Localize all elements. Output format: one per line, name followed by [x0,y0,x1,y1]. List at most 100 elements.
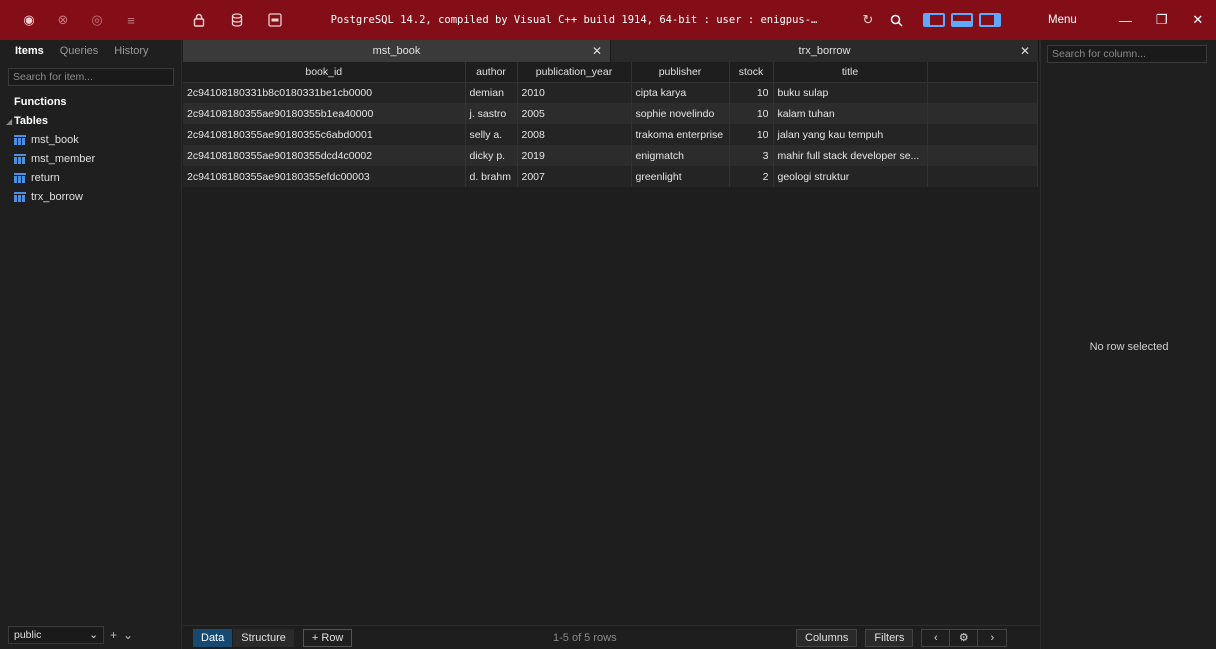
table-cell-empty [927,124,1038,145]
column-header[interactable]: publication_year [517,62,632,83]
table-cell[interactable]: 10 [729,124,774,145]
restore-icon[interactable]: ❐ [1143,12,1179,28]
chevron-down-icon: ⌄ [89,629,98,641]
table-cell[interactable]: cipta karya [631,82,730,103]
sidebar-item-label: trx_borrow [31,190,83,203]
table-cell[interactable]: 2c94108180355ae90180355efdc00003 [183,166,466,187]
table-row[interactable]: 2c94108180355ae90180355c6abd0001 selly a… [183,124,1038,145]
table-row[interactable]: 2c94108180355ae90180355dcd4c0002 dicky p… [183,145,1038,166]
table-cell[interactable]: 2008 [517,124,632,145]
add-icon[interactable]: + [110,628,117,642]
table-cell-empty [927,145,1038,166]
column-header[interactable]: book_id [183,62,466,83]
table-cell[interactable]: 3 [729,145,774,166]
sidebar-item-label: mst_member [31,152,96,165]
table-cell[interactable]: geologi struktur [773,166,928,187]
database-icon[interactable] [218,8,256,32]
table-cell[interactable]: d. brahm [465,166,518,187]
column-header[interactable]: title [773,62,928,83]
close-icon[interactable]: ✕ [1180,12,1216,28]
sidebar-item-label: mst_book [31,133,79,146]
close-icon[interactable]: ✕ [592,44,602,58]
tables-section[interactable]: ◢ Tables [0,112,181,130]
data-view-button[interactable]: Data [193,628,233,647]
table-cell[interactable]: 2c94108180331b8c0180331be1cb0000 [183,82,466,103]
close-icon[interactable]: ✕ [1020,44,1030,58]
table-row[interactable]: 2c94108180331b8c0180331be1cb0000 demian … [183,82,1038,103]
structure-view-button[interactable]: Structure [233,628,294,647]
tab-history[interactable]: History [111,43,151,59]
menu-button[interactable]: Menu [1048,14,1107,26]
power-icon[interactable]: ◉ [12,8,46,32]
collapse-caret-icon[interactable]: ◢ [6,117,14,126]
table-row[interactable]: 2c94108180355ae90180355efdc00003 d. brah… [183,166,1038,187]
lock-icon[interactable] [180,8,218,32]
item-search-input[interactable] [8,68,174,86]
pager: ‹ ⚙ › [921,628,1008,647]
empty-state-text: No row selected [1089,341,1169,353]
table-row[interactable]: 2c94108180355ae90180355b1ea40000 j. sast… [183,103,1038,124]
tab-trx-borrow[interactable]: trx_borrow ✕ [611,40,1039,62]
row-count: 1-5 of 5 rows [553,631,617,644]
column-header[interactable]: publisher [631,62,730,83]
table-cell[interactable]: kalam tuhan [773,103,928,124]
table-cell[interactable]: demian [465,82,518,103]
toggle-right-panel-icon[interactable] [979,13,1001,27]
table-cell[interactable]: trakoma enterprise [631,124,730,145]
sidebar-item-mst-book[interactable]: mst_book [0,130,181,149]
sidebar-item-trx-borrow[interactable]: trx_borrow [0,187,181,206]
sidebar-footer-controls: + ⌄ [110,628,133,642]
table-cell-empty [927,166,1038,187]
table-cell[interactable]: greenlight [631,166,730,187]
table-cell[interactable]: buku sulap [773,82,928,103]
schema-select[interactable]: public ⌄ [8,626,104,644]
table-cell[interactable]: 2007 [517,166,632,187]
table-icon [14,153,26,164]
table-cell[interactable]: 2 [729,166,774,187]
column-header[interactable]: stock [729,62,774,83]
chevron-down-icon[interactable]: ⌄ [123,628,133,642]
close-circle-icon[interactable]: ⊗ [46,8,80,32]
tab-mst-book[interactable]: mst_book ✕ [183,40,611,62]
left-sidebar: Items Queries History Functions ◢ Tables… [0,40,182,649]
column-search-input[interactable] [1047,45,1207,63]
table-cell[interactable]: 10 [729,82,774,103]
table-cell[interactable]: 2010 [517,82,632,103]
functions-section[interactable]: Functions [0,96,181,112]
chevron-right-icon[interactable]: › [978,630,1006,646]
table-cell[interactable]: enigmatch [631,145,730,166]
sidebar-tabs: Items Queries History [0,40,181,62]
search-icon[interactable] [882,8,910,32]
eye-icon[interactable]: ◎ [80,8,114,32]
toggle-left-panel-icon[interactable] [923,13,945,27]
table-cell[interactable]: 2c94108180355ae90180355b1ea40000 [183,103,466,124]
add-row-button[interactable]: + Row [302,628,353,647]
chevron-left-icon[interactable]: ‹ [922,629,951,646]
sql-icon[interactable] [256,8,294,32]
refresh-icon[interactable]: ↻ [854,8,882,32]
table-cell[interactable]: sophie novelindo [631,103,730,124]
toggle-bottom-panel-icon[interactable] [951,13,973,27]
tab-items[interactable]: Items [12,43,47,59]
table-cell[interactable]: jalan yang kau tempuh [773,124,928,145]
table-cell[interactable]: 2c94108180355ae90180355dcd4c0002 [183,145,466,166]
minimize-icon[interactable]: — [1107,13,1143,28]
table-cell[interactable]: 10 [729,103,774,124]
table-cell-empty [927,103,1038,124]
table-cell[interactable]: mahir full stack developer se... [773,145,928,166]
titlebar-right-group: ↻ [854,0,1004,40]
table-cell[interactable]: 2005 [517,103,632,124]
sidebar-item-return[interactable]: return [0,168,181,187]
table-cell[interactable]: 2c94108180355ae90180355c6abd0001 [183,124,466,145]
filters-button[interactable]: Filters [865,628,914,647]
gear-icon[interactable]: ⚙ [950,629,979,646]
column-header[interactable]: author [465,62,518,83]
table-cell[interactable]: j. sastro [465,103,518,124]
columns-button[interactable]: Columns [796,628,858,647]
list-icon[interactable]: ≡ [114,8,148,32]
sidebar-item-mst-member[interactable]: mst_member [0,149,181,168]
tab-queries[interactable]: Queries [57,43,102,59]
table-cell[interactable]: 2019 [517,145,632,166]
table-cell[interactable]: dicky p. [465,145,518,166]
table-cell[interactable]: selly a. [465,124,518,145]
